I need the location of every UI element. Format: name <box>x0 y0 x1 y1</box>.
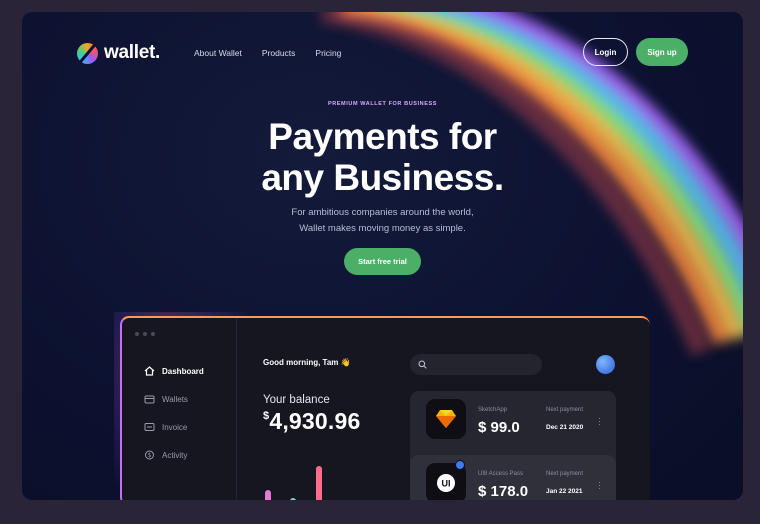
sidebar-item-activity[interactable]: $ Activity <box>144 450 187 460</box>
hero-title-line-1: Payments for <box>268 116 497 157</box>
hero-eyebrow: PREMIUM WALLET FOR BUSINESS <box>327 101 438 107</box>
hero-subtitle-line-1: For ambitious companies around the world… <box>291 207 474 218</box>
start-free-trial-button[interactable]: Start free trial <box>344 248 421 275</box>
sidebar-item-dashboard[interactable]: Dashboard <box>144 366 204 376</box>
avatar[interactable] <box>596 355 615 374</box>
payment-card-sketch[interactable]: SketchApp $ 99.0 Next payment Dec 21 202… <box>410 391 616 453</box>
signup-button[interactable]: Sign up <box>636 38 688 66</box>
svg-text:UI: UI <box>442 479 451 489</box>
balance-chart-bar <box>265 490 271 500</box>
nav-link-pricing[interactable]: Pricing <box>315 48 341 58</box>
brand-logo[interactable]: wallet. <box>77 42 160 64</box>
balance-value: $4,930.96 <box>263 408 360 435</box>
payment-amount: $ 99.0 <box>478 419 520 436</box>
payment-name: SketchApp <box>478 407 508 413</box>
home-icon <box>144 366 155 376</box>
top-navigation: wallet. About Wallet Products Pricing Lo… <box>22 12 743 92</box>
sidebar-item-invoice[interactable]: Invoice <box>144 422 187 432</box>
next-payment-label: Next payment <box>546 471 584 477</box>
balance-label: Your balance <box>263 394 330 406</box>
hero-subtitle: For ambitious companies around the world… <box>22 205 743 237</box>
login-button[interactable]: Login <box>583 38 628 66</box>
balance-chart-bar <box>316 466 322 500</box>
hero-subtitle-line-2: Wallet makes moving money as simple. <box>299 223 466 234</box>
payment-date: Dec 21 2020 <box>546 424 584 431</box>
activity-icon: $ <box>145 450 154 460</box>
wallet-icon <box>144 395 155 404</box>
nav-link-products[interactable]: Products <box>262 48 296 58</box>
more-options-icon[interactable]: · · · <box>598 478 601 493</box>
dashboard-preview: Dashboard Wallets Invoice $ Activity Goo… <box>120 316 650 500</box>
search-input[interactable] <box>410 354 542 375</box>
balance-amount: 4,930.96 <box>269 408 361 434</box>
ui8-badge-icon <box>455 460 465 470</box>
more-options-icon[interactable]: · · · <box>598 414 601 429</box>
invoice-icon <box>144 423 155 431</box>
hero-title: Payments for any Business. <box>22 116 743 198</box>
sidebar-item-label: Dashboard <box>162 366 204 376</box>
payments-panel: SketchApp $ 99.0 Next payment Dec 21 202… <box>410 391 616 500</box>
app-sidebar: Dashboard Wallets Invoice $ Activity <box>122 318 237 500</box>
ui8-icon: UI <box>426 460 466 500</box>
balance-chart-bar <box>290 498 296 500</box>
payment-card-ui8[interactable]: UI UI8 Access Pass $ 178.0 Next payment … <box>410 455 616 500</box>
sketch-icon <box>426 399 466 439</box>
sidebar-item-label: Invoice <box>162 422 188 432</box>
sidebar-item-label: Wallets <box>162 394 188 404</box>
sidebar-item-wallets[interactable]: Wallets <box>144 394 188 404</box>
hero-title-line-2: any Business. <box>261 157 504 198</box>
sidebar-item-label: Activity <box>162 450 188 460</box>
nav-link-about[interactable]: About Wallet <box>194 48 242 58</box>
svg-text:$: $ <box>148 452 152 459</box>
wallet-logo-icon <box>77 42 98 64</box>
payment-amount: $ 178.0 <box>478 483 529 500</box>
next-payment-label: Next payment <box>546 407 584 413</box>
brand-name: wallet. <box>104 42 160 63</box>
payment-date: Jan 22 2021 <box>546 488 583 495</box>
landing-page: wallet. About Wallet Products Pricing Lo… <box>22 12 743 500</box>
greeting-text: Good morning, Tam 👋 <box>263 358 351 367</box>
nav-links: About Wallet Products Pricing <box>194 48 341 58</box>
search-icon <box>418 360 427 369</box>
payment-name: UI8 Access Pass <box>478 471 524 477</box>
